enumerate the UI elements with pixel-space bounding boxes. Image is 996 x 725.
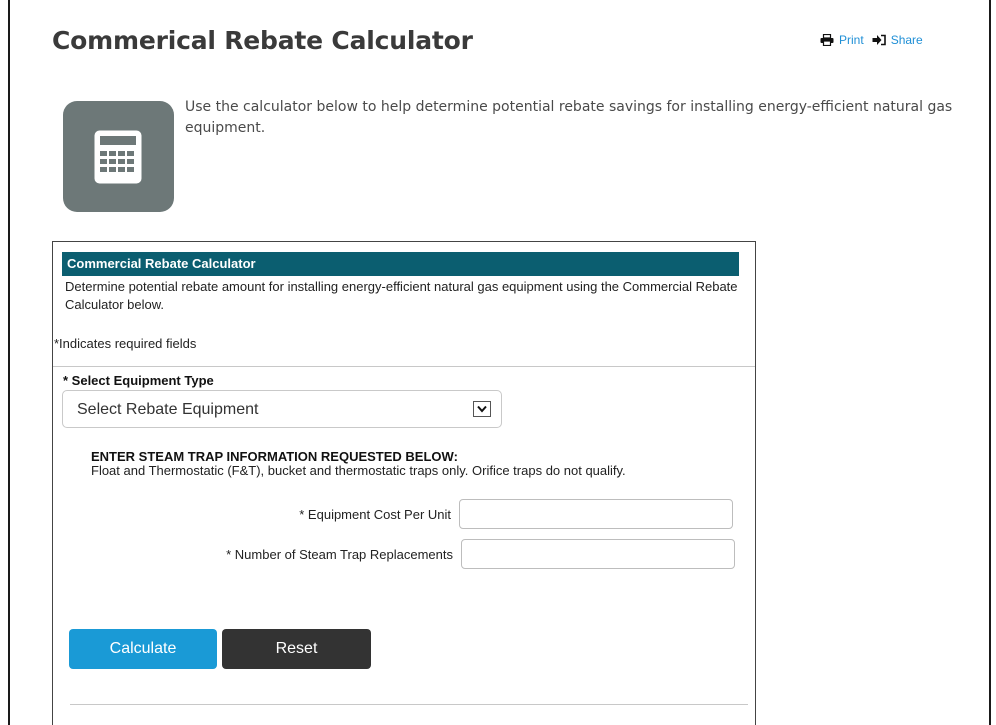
equipment-type-select[interactable]: Select Rebate Equipment [62, 390, 502, 428]
reset-button[interactable]: Reset [222, 629, 371, 669]
intro-text: Use the calculator below to help determi… [185, 99, 953, 136]
printer-icon [820, 34, 834, 46]
page-title: Commerical Rebate Calculator [52, 26, 473, 55]
share-icon [872, 34, 886, 46]
print-label: Print [839, 33, 864, 47]
equipment-selected-value: Select Rebate Equipment [77, 401, 259, 418]
section-divider [53, 366, 755, 367]
equipment-cost-label: * Equipment Cost Per Unit [299, 507, 451, 522]
calculator-tile [63, 101, 174, 212]
calculate-button[interactable]: Calculate [69, 629, 217, 669]
calculator-description: Determine potential rebate amount for in… [65, 279, 738, 312]
equipment-cost-input[interactable] [459, 499, 733, 529]
rebate-calculator: Commercial Rebate Calculator Determine p… [52, 241, 756, 725]
steam-trap-heading: ENTER STEAM TRAP INFORMATION REQUESTED B… [91, 449, 458, 464]
steam-trap-count-label: * Number of Steam Trap Replacements [226, 547, 453, 562]
chevron-down-icon [477, 405, 487, 413]
steam-trap-note: Float and Thermostatic (F&T), bucket and… [91, 463, 626, 478]
calculator-header: Commercial Rebate Calculator [62, 252, 739, 276]
steam-trap-count-input[interactable] [461, 539, 735, 569]
print-link[interactable]: Print [820, 33, 864, 47]
page-frame: Commerical Rebate Calculator Print Share [8, 0, 991, 725]
share-label: Share [890, 33, 923, 47]
equipment-type-label: * Select Equipment Type [63, 373, 214, 388]
bottom-divider [70, 704, 748, 705]
calculator-icon [94, 130, 142, 184]
page-tools: Print Share [820, 33, 923, 47]
dropdown-button[interactable] [473, 401, 491, 417]
share-link[interactable]: Share [872, 33, 923, 47]
required-fields-note: *Indicates required fields [54, 336, 197, 351]
